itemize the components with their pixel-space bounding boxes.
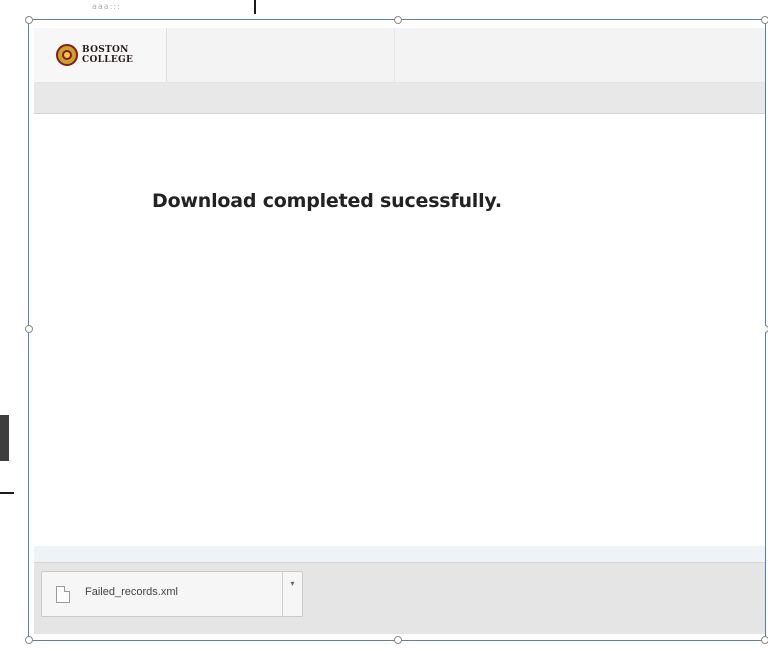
browser-tabstrip: BOSTON COLLEGE	[34, 28, 765, 83]
resize-handle-bottom-right[interactable]	[761, 636, 768, 644]
download-filename[interactable]: Failed_records.xml	[85, 586, 178, 598]
browser-tab-active[interactable]: BOSTON COLLEGE	[34, 28, 167, 82]
resize-handle-top-left[interactable]	[25, 16, 33, 24]
logo-text: BOSTON COLLEGE	[82, 45, 133, 65]
background-vertical-line	[254, 0, 256, 14]
download-status-message: Download completed sucessfully.	[152, 190, 502, 212]
resize-handle-bottom-left[interactable]	[25, 636, 33, 644]
file-icon	[56, 586, 70, 603]
resize-handle-left[interactable]	[25, 325, 33, 333]
download-item[interactable]: Failed_records.xml ▾	[41, 571, 303, 617]
resize-handle-top-right[interactable]	[761, 16, 768, 24]
resize-handle-top[interactable]	[394, 16, 402, 24]
background-horizontal-line	[0, 492, 14, 494]
selected-image-frame[interactable]: BOSTON COLLEGE Download completed sucess…	[25, 16, 768, 644]
download-shelf: Failed_records.xml ▾	[34, 546, 765, 634]
browser-tab-blank[interactable]	[166, 28, 395, 82]
browser-toolbar	[34, 83, 765, 114]
background-scrawl: aaa:::	[92, 2, 121, 11]
browser-window: BOSTON COLLEGE Download completed sucess…	[34, 28, 765, 634]
background-dark-block	[0, 415, 9, 461]
chevron-down-icon[interactable]: ▾	[283, 572, 302, 616]
resize-handle-bottom[interactable]	[394, 636, 402, 644]
logo-line-1: BOSTON	[82, 45, 129, 55]
boston-college-seal-icon	[56, 44, 78, 66]
logo-line-2: COLLEGE	[82, 55, 134, 65]
download-shelf-bar: Failed_records.xml ▾	[34, 562, 765, 634]
